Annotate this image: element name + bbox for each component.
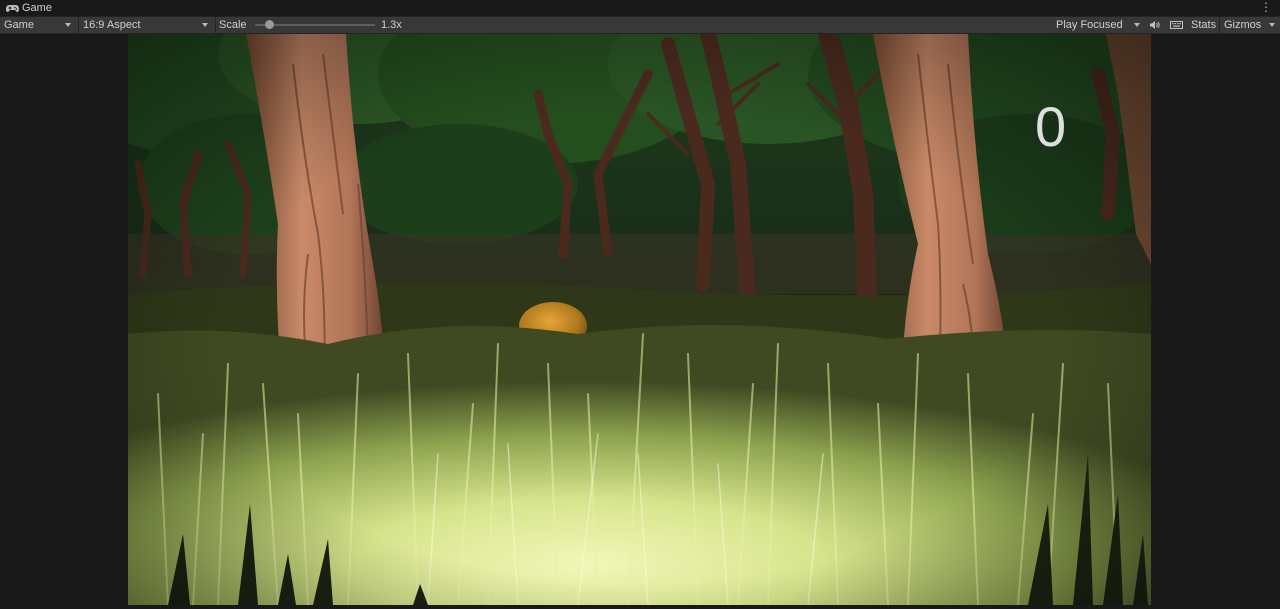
game-view-toolbar: Game 16:9 Aspect Scale 1.3x Play Focused… xyxy=(0,16,1280,34)
editor-bottom-edge xyxy=(0,605,1280,609)
kebab-menu-icon[interactable]: ⋮ xyxy=(1260,1,1272,13)
scale-slider-thumb[interactable] xyxy=(265,20,274,29)
chevron-down-icon xyxy=(202,23,208,27)
gizmos-select[interactable]: Gizmos xyxy=(1220,17,1278,33)
game-scene-image xyxy=(128,34,1151,605)
aspect-select-label: 16:9 Aspect xyxy=(83,19,141,31)
stats-toggle[interactable]: Stats xyxy=(1191,17,1216,33)
play-mode-label: Play Focused xyxy=(1056,19,1123,31)
scale-value: 1.3x xyxy=(381,19,402,31)
score-counter: 0 xyxy=(1035,95,1067,158)
keyboard-icon[interactable] xyxy=(1170,19,1183,31)
chevron-down-icon xyxy=(1269,23,1275,27)
game-tab[interactable]: Game xyxy=(0,0,52,16)
aspect-select[interactable]: 16:9 Aspect xyxy=(79,17,214,33)
scale-label: Scale xyxy=(219,19,247,31)
toolbar-divider xyxy=(215,17,216,33)
chevron-down-icon xyxy=(65,23,71,27)
game-viewport[interactable]: 0 xyxy=(128,34,1151,605)
display-select-label: Game xyxy=(4,19,34,31)
gamepad-icon xyxy=(6,4,19,12)
window-titlebar: Game ⋮ xyxy=(0,0,1280,16)
speaker-icon[interactable] xyxy=(1149,19,1161,31)
tab-title-label: Game xyxy=(22,2,52,14)
display-select[interactable]: Game xyxy=(0,17,77,33)
chevron-down-icon xyxy=(1134,23,1140,27)
play-mode-select[interactable]: Play Focused xyxy=(1052,17,1144,33)
gizmos-label: Gizmos xyxy=(1224,19,1262,31)
